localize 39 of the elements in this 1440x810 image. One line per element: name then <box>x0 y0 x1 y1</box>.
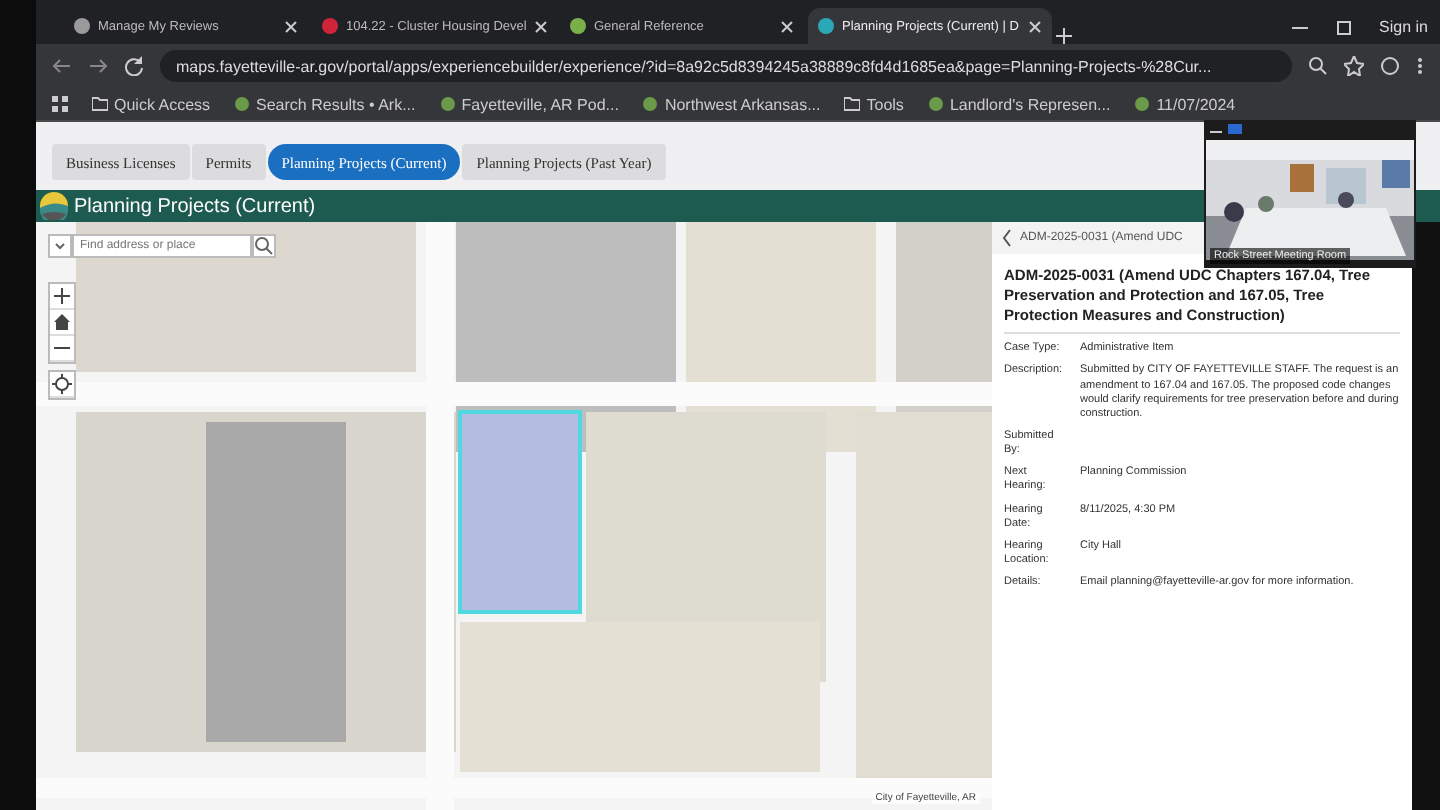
bookmark[interactable]: 11/07/2024 <box>1134 95 1236 113</box>
apps-icon[interactable] <box>52 96 68 112</box>
close-icon[interactable] <box>780 19 794 33</box>
logo-icon <box>40 192 68 220</box>
locate-icon[interactable] <box>50 372 74 398</box>
star-icon[interactable] <box>1344 56 1364 76</box>
address-bar[interactable]: maps.fayetteville-ar.gov/portal/apps/experiencebuilder/experience/?id=8a92c5d8394245a38889c8fd4d1685ea&page=Planning-Projects-%28Cur... <box>160 50 1292 82</box>
search-icon[interactable] <box>252 234 276 258</box>
site-icon <box>439 96 456 112</box>
menu-icon[interactable] <box>1416 56 1424 76</box>
back-icon[interactable] <box>52 56 72 76</box>
site-icon <box>642 96 659 112</box>
bookmark[interactable]: Quick Access <box>92 95 211 113</box>
app-title: Planning Projects (Current) <box>74 195 316 217</box>
bookmark[interactable]: Northwest Arkansas... <box>642 95 821 113</box>
forward-icon[interactable] <box>88 56 108 76</box>
bookmark[interactable]: Tools <box>844 95 904 113</box>
caret-icon[interactable] <box>48 234 72 258</box>
close-icon[interactable] <box>284 19 298 33</box>
home-icon[interactable] <box>50 310 74 336</box>
bookmark[interactable]: Landlord's Represen... <box>927 95 1111 113</box>
bookmark[interactable]: Fayetteville, AR Pod... <box>439 95 619 113</box>
reload-icon[interactable] <box>124 56 144 76</box>
site-icon <box>1134 96 1151 112</box>
close-icon[interactable] <box>1028 19 1042 33</box>
folder-icon <box>92 96 108 112</box>
folder-icon <box>844 96 861 112</box>
plus-icon[interactable] <box>1056 28 1072 44</box>
zoom-in-icon[interactable] <box>50 284 74 310</box>
profile-icon[interactable] <box>1380 56 1400 76</box>
back-icon[interactable] <box>1000 228 1012 248</box>
search-icon[interactable] <box>1308 56 1328 76</box>
window-icon[interactable] <box>1228 124 1242 136</box>
site-icon <box>234 96 251 112</box>
sign-in-button[interactable]: Sign in <box>1379 18 1428 36</box>
bookmark[interactable]: Search Results • Ark... <box>234 95 416 113</box>
close-icon[interactable] <box>534 19 549 33</box>
site-icon <box>927 96 944 112</box>
restore-icon[interactable] <box>1335 19 1352 35</box>
